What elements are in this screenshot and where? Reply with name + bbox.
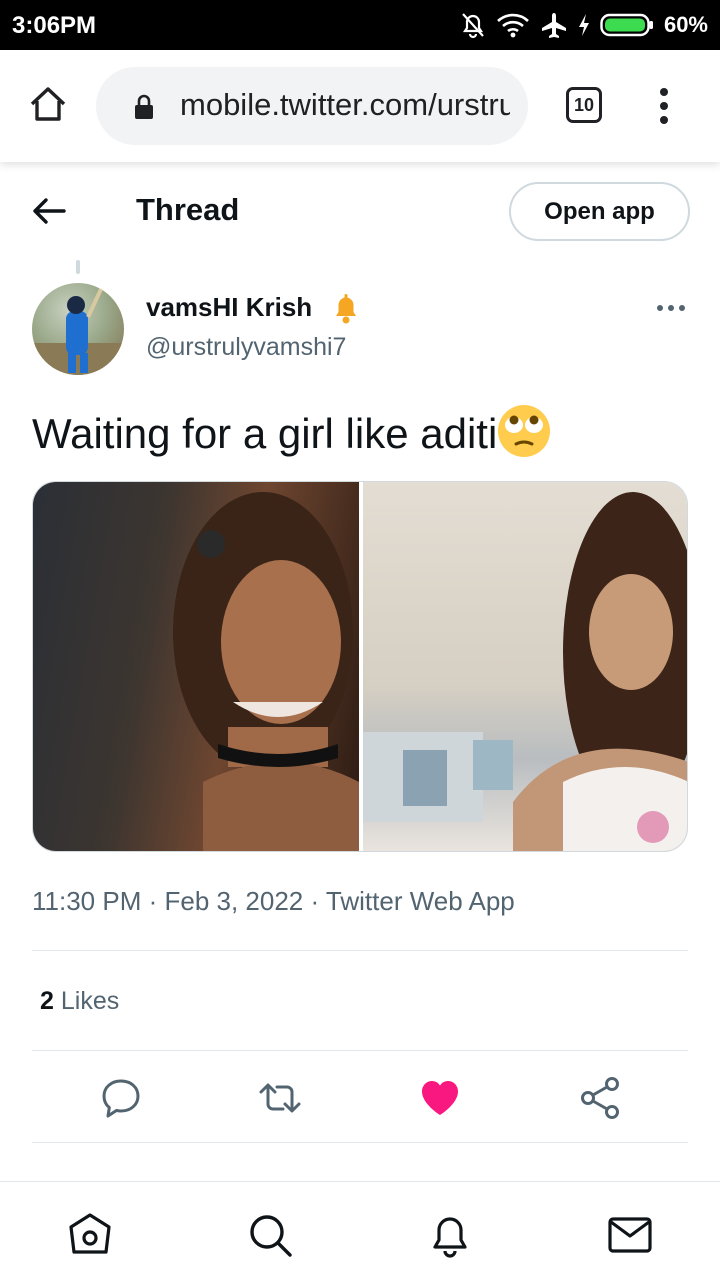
browser-toolbar: mobile.twitter.com/urstrulyvamshi7 10 — [0, 50, 720, 162]
notifications-off-icon — [462, 13, 484, 39]
tweet-date[interactable]: Feb 3, 2022 — [164, 886, 303, 916]
bell-icon — [336, 294, 356, 324]
divider — [32, 1142, 688, 1143]
more-horizontal-icon[interactable] — [656, 300, 686, 316]
meta-separator: · — [310, 886, 326, 916]
more-vertical-icon[interactable] — [650, 86, 678, 126]
like-icon[interactable] — [415, 1073, 465, 1123]
reply-icon[interactable] — [96, 1073, 146, 1123]
url-text[interactable]: mobile.twitter.com/urstrulyvamshi7 — [180, 87, 510, 123]
home-icon[interactable] — [65, 1210, 115, 1260]
tab-switcher-button[interactable]: 10 — [566, 87, 602, 123]
charging-icon — [578, 14, 589, 36]
tweet-photo-1[interactable] — [33, 482, 359, 851]
tweet-text-content: Waiting for a girl like aditi — [32, 410, 498, 457]
tweet-time[interactable]: 11:30 PM — [32, 886, 141, 916]
wifi-icon — [497, 13, 529, 38]
status-icons: 60% — [460, 10, 708, 40]
avatar[interactable] — [32, 283, 124, 375]
retweet-icon[interactable] — [255, 1073, 305, 1123]
share-icon[interactable] — [575, 1073, 625, 1123]
notifications-icon[interactable] — [425, 1210, 475, 1260]
divider — [32, 1050, 688, 1051]
search-icon[interactable] — [245, 1210, 295, 1260]
bottom-nav — [0, 1181, 720, 1280]
airplane-icon — [541, 13, 566, 38]
thread-connector — [76, 260, 80, 274]
tweet-actions — [32, 1073, 688, 1123]
home-icon[interactable] — [28, 84, 68, 124]
author-handle[interactable]: @urstrulyvamshi7 — [146, 333, 346, 362]
likes-summary[interactable]: 2 Likes — [40, 987, 119, 1016]
likes-count: 2 — [40, 987, 54, 1015]
tweet-photo-2[interactable] — [363, 482, 687, 851]
battery-icon — [600, 13, 653, 37]
status-bar: 3:06PM 60% — [0, 0, 720, 50]
likes-label: Likes — [60, 987, 120, 1015]
tweet-text: Waiting for a girl like aditi — [32, 404, 551, 458]
thread-header: Thread Open app — [0, 162, 720, 258]
avatar-photo — [32, 286, 124, 375]
status-time: 3:06PM — [12, 12, 97, 39]
tweet-source: Twitter Web App — [325, 886, 515, 916]
tweet-media[interactable] — [32, 481, 688, 852]
tweet-meta: 11:30 PM · Feb 3, 2022 · Twitter Web App — [32, 886, 515, 917]
open-app-button[interactable]: Open app — [509, 182, 690, 241]
address-bar[interactable]: mobile.twitter.com/urstrulyvamshi7 — [96, 67, 528, 145]
rolling-eyes-emoji-icon — [498, 405, 551, 457]
lock-icon — [135, 94, 153, 119]
page-title: Thread — [136, 192, 240, 227]
back-arrow-icon[interactable] — [30, 194, 70, 228]
messages-icon[interactable] — [605, 1210, 655, 1260]
author-name[interactable]: vamsHI Krish — [146, 292, 312, 323]
divider — [32, 950, 688, 951]
meta-separator: · — [148, 886, 165, 916]
battery-percentage: 60% — [663, 12, 708, 37]
